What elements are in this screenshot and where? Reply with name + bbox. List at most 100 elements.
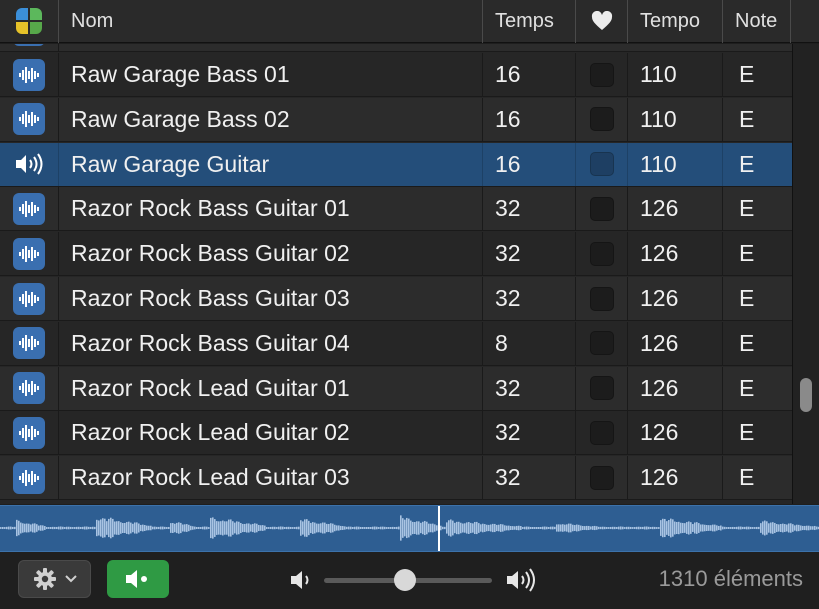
table-row[interactable]: Raw Garage Guitar 16 110 E — [0, 142, 792, 187]
waveform-preview[interactable] — [0, 505, 819, 552]
favorite-checkbox[interactable] — [589, 196, 614, 221]
volume-slider-knob[interactable] — [393, 569, 416, 591]
table-row[interactable]: Razor Rock Bass Guitar 02 32 126 E — [0, 232, 792, 277]
header-beats[interactable]: Temps — [483, 0, 576, 43]
waveform-bar — [344, 526, 346, 530]
volume-low-icon — [291, 571, 309, 589]
scrollbar-thumb[interactable] — [800, 378, 812, 412]
favorite-checkbox[interactable] — [589, 62, 614, 87]
table-row[interactable]: Razor Rock Lead Guitar 01 32 126 E — [0, 366, 792, 411]
waveform-bar — [698, 523, 700, 533]
playhead[interactable] — [438, 506, 440, 551]
waveform-bar — [24, 523, 26, 533]
waveform-bar — [388, 527, 390, 529]
waveform-bar — [608, 527, 610, 529]
waveform-bar — [548, 527, 550, 529]
header-key[interactable]: Note — [723, 0, 791, 43]
waveform-bar — [44, 526, 46, 530]
waveform-bar — [638, 526, 640, 530]
waveform-bar — [786, 524, 788, 532]
favorite-checkbox[interactable] — [589, 152, 614, 177]
waveform-bar — [266, 527, 268, 529]
row-icon-cell[interactable] — [0, 97, 59, 141]
waveform-bar — [704, 524, 706, 532]
row-icon-cell[interactable] — [0, 232, 59, 276]
waveform-bar — [478, 523, 480, 533]
waveform-bar — [538, 527, 540, 529]
row-icon-cell[interactable] — [0, 366, 59, 410]
preview-speaker-button[interactable] — [107, 560, 169, 598]
waveform-bar — [104, 518, 106, 538]
waveform-bar — [474, 521, 476, 535]
waveform-bar — [242, 523, 244, 533]
row-favorite-cell — [576, 321, 628, 365]
favorite-checkbox[interactable] — [589, 376, 614, 401]
table-row-partial[interactable] — [0, 44, 792, 53]
favorite-checkbox[interactable] — [589, 241, 614, 266]
waveform-bar — [156, 526, 158, 530]
table-row[interactable]: Razor Rock Bass Guitar 03 32 126 E — [0, 277, 792, 321]
waveform-bar — [182, 524, 184, 532]
row-beats: 32 — [483, 366, 576, 410]
table-row[interactable]: Raw Garage Bass 02 16 110 E — [0, 97, 792, 142]
waveform-bar — [4, 527, 6, 529]
waveform-bar — [674, 521, 676, 535]
waveform-bar — [656, 527, 658, 529]
table-row[interactable]: Razor Rock Lead Guitar 02 32 126 E — [0, 411, 792, 456]
settings-menu-button[interactable] — [18, 560, 91, 598]
waveform-bar — [436, 525, 438, 531]
vertical-scrollbar[interactable] — [792, 44, 819, 504]
waveform-bar — [190, 525, 192, 531]
row-icon-cell[interactable] — [0, 142, 59, 186]
table-row[interactable]: Razor Rock Bass Guitar 01 32 126 E — [0, 187, 792, 232]
waveform-icon — [13, 192, 45, 225]
favorite-checkbox[interactable] — [589, 465, 614, 490]
header-favorite[interactable] — [576, 0, 628, 43]
waveform-bar — [506, 525, 508, 531]
heart-icon — [591, 11, 612, 30]
favorite-checkbox[interactable] — [589, 420, 614, 445]
waveform-bar — [532, 526, 534, 530]
waveform-bar — [676, 521, 678, 535]
header-beats-label: Temps — [495, 9, 554, 32]
waveform-bar — [706, 525, 708, 531]
waveform-bar — [418, 521, 420, 535]
waveform-bar — [796, 524, 798, 532]
speaker-playing-icon — [13, 148, 45, 180]
waveform-bar — [782, 523, 784, 533]
item-count: 1310 éléments — [658, 566, 803, 591]
waveform-bar — [50, 527, 52, 529]
table-row[interactable]: Razor Rock Lead Guitar 03 32 126 E — [0, 456, 792, 501]
row-icon-cell[interactable] — [0, 53, 59, 96]
row-icon-cell[interactable] — [0, 411, 59, 455]
row-tempo: 126 — [628, 277, 723, 320]
row-icon-cell[interactable] — [0, 456, 59, 500]
header-name[interactable]: Nom — [59, 0, 483, 43]
waveform-bar — [280, 526, 282, 530]
table-row[interactable]: Raw Garage Bass 01 16 110 E — [0, 53, 792, 97]
waveform-bar — [496, 524, 498, 532]
waveform-icon — [13, 372, 45, 405]
favorite-checkbox[interactable] — [589, 286, 614, 311]
category-header[interactable] — [0, 0, 59, 43]
waveform-bar — [300, 520, 302, 536]
favorite-checkbox[interactable] — [589, 331, 614, 356]
table-row[interactable]: Razor Rock Bass Guitar 04 8 126 E — [0, 321, 792, 366]
waveform-bar — [582, 525, 584, 531]
row-name: Razor Rock Bass Guitar 04 — [59, 321, 483, 365]
waveform-bar — [744, 526, 746, 530]
waveform-bar — [58, 526, 60, 530]
waveform-bar — [84, 526, 86, 530]
row-icon-cell[interactable] — [0, 277, 59, 320]
waveform-bar — [522, 527, 524, 529]
waveform-bar — [544, 526, 546, 530]
waveform-bar — [768, 523, 770, 533]
waveform-graphic — [0, 506, 819, 551]
row-icon-cell[interactable] — [0, 321, 59, 365]
waveform-bar — [158, 526, 160, 530]
row-icon-cell[interactable] — [0, 187, 59, 231]
header-tempo[interactable]: Tempo — [628, 0, 723, 43]
favorite-checkbox[interactable] — [589, 107, 614, 132]
waveform-bar — [92, 526, 94, 530]
waveform-bar — [732, 526, 734, 530]
